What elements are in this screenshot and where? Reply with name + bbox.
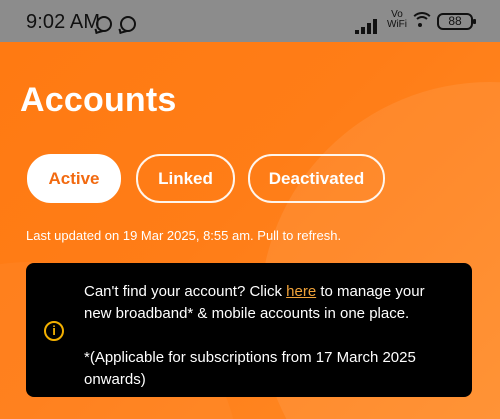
signal-icon	[355, 18, 377, 34]
info-message: Can't find your account? Click here to m…	[84, 281, 456, 391]
info-icon: i	[44, 321, 64, 341]
info-card: i Can't find your account? Click here to…	[26, 263, 472, 397]
tab-linked[interactable]: Linked	[136, 154, 235, 203]
whatsapp-icon	[120, 16, 136, 32]
info-line-1: Can't find your account? Click here to m…	[84, 283, 425, 300]
manage-accounts-link[interactable]: here	[286, 283, 316, 300]
vowifi-label: Vo WiFi	[387, 9, 407, 30]
battery-icon: 88	[437, 13, 476, 30]
wifi-icon	[410, 12, 434, 28]
accounts-page: Accounts Active Linked Deactivated Last …	[0, 0, 500, 419]
whatsapp-icon	[96, 16, 112, 32]
page-title: Accounts	[20, 81, 177, 119]
battery-level: 88	[448, 14, 462, 28]
status-bar: 9:02 AM Vo WiFi 88	[0, 0, 500, 42]
tab-deactivated[interactable]: Deactivated	[248, 154, 385, 203]
info-line-2: new broadband* & mobile accounts in one …	[84, 305, 410, 322]
status-time: 9:02 AM	[26, 11, 101, 33]
last-updated-text: Last updated on 19 Mar 2025, 8:55 am. Pu…	[26, 228, 342, 243]
applicability-note: *(Applicable for subscriptions from 17 M…	[84, 349, 416, 388]
tab-active[interactable]: Active	[27, 154, 121, 203]
